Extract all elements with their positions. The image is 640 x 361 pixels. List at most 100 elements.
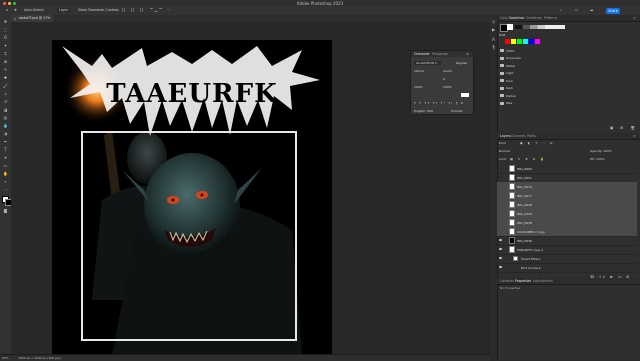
layer-filter-kind[interactable]: Kind (499, 141, 506, 145)
layer-select[interactable]: Layer (57, 8, 71, 12)
tab-paragraph[interactable]: Paragraph (432, 52, 448, 56)
path-selection-tool-icon[interactable]: ➤ (3, 155, 8, 160)
layer-name[interactable]: TAELURFK copy 2 (517, 248, 543, 252)
rectangle-tool-icon[interactable]: ▭ (3, 163, 8, 168)
layer-name[interactable]: Find Conde 2 (521, 266, 541, 270)
move-tool-icon[interactable]: ✥ (14, 8, 17, 12)
tracking-field[interactable]: 0 (443, 77, 445, 81)
document-tab[interactable]: rastaHT.psd @ 17% (RGB/8) (11, 15, 53, 27)
tab-gradients[interactable]: Gradients (526, 16, 542, 20)
blur-tool-icon[interactable]: 💧 (3, 123, 8, 128)
tab-patterns[interactable]: Patterns (544, 16, 557, 20)
leading-field[interactable]: (Auto) (443, 69, 452, 73)
panel-menu-icon[interactable]: ≡ (633, 134, 636, 138)
tab-properties[interactable]: Properties (515, 279, 531, 283)
layer-name[interactable]: IMG_9977 (517, 194, 532, 198)
eraser-tool-icon[interactable]: ◪ (3, 107, 8, 112)
history-panel-icon[interactable]: ◷ (491, 19, 496, 24)
blend-mode-select[interactable]: Normal (499, 149, 510, 153)
layer-row[interactable]: Find Conde 2 (497, 263, 637, 273)
swatch-folder-cmyk[interactable]: CMYK (506, 49, 514, 53)
character-panel-icon[interactable]: A (491, 37, 496, 42)
swatch-folder-light[interactable]: Light (506, 71, 514, 75)
share-button[interactable]: Share (606, 7, 620, 14)
swatch-folder-dark[interactable]: Dark (506, 86, 513, 90)
magic-wand-tool-icon[interactable]: ✦ (3, 43, 8, 48)
actions-panel-icon[interactable]: ▶ (491, 27, 496, 32)
align-icons[interactable]: ▕▏▕▏▕▏ ▔▁▔ ⋯ (120, 8, 172, 12)
paragraph-panel-icon[interactable]: ¶ (491, 45, 496, 50)
hand-tool-icon[interactable]: ✋ (3, 171, 8, 176)
layer-name[interactable]: IMG_9951 (517, 176, 532, 180)
crop-tool-icon[interactable]: ⌗ (3, 51, 8, 56)
tab-libraries[interactable]: Libraries (500, 279, 514, 283)
tab-adjustments[interactable]: Adjustments (533, 279, 553, 283)
swatch-magenta[interactable] (535, 39, 540, 44)
swatch-folder-darker[interactable]: Darker (506, 94, 516, 98)
transform-controls-checkbox[interactable]: Show Transform Controls (78, 8, 119, 12)
panel-menu-icon[interactable]: ≡ (633, 16, 636, 20)
close-tab-icon[interactable]: × (14, 17, 17, 21)
swatch-red[interactable] (505, 39, 510, 44)
swatch-yellow[interactable] (511, 39, 516, 44)
layer-name[interactable]: IMG_9963 (517, 167, 532, 171)
rgb-folder-label[interactable]: RGB (499, 33, 505, 37)
layer-name[interactable]: COLOURED 2 copy (517, 230, 545, 234)
swatch-cyan[interactable] (523, 39, 528, 44)
visibility-eye-icon[interactable] (499, 266, 502, 268)
font-size-field[interactable]: 100 pt (414, 69, 424, 73)
fill-field[interactable]: Fill: 100% (590, 157, 605, 161)
vertical-scale-field[interactable]: 100% (414, 85, 423, 89)
tab-paths[interactable]: Paths (527, 134, 536, 138)
swatch-blue[interactable] (529, 39, 534, 44)
layer-name[interactable]: IMG_9974 (517, 185, 532, 189)
brush-tool-icon[interactable]: 🖌 (3, 83, 8, 88)
text-style-buttons[interactable]: T T TT Tт T¹ T₁ T̲ T̶ (414, 101, 464, 105)
more-tools-icon[interactable]: ⋯ (3, 187, 8, 192)
font-family-field[interactable]: GLAGHIFON T... (414, 61, 442, 65)
layer-name[interactable]: IMG_0836 (517, 239, 532, 243)
tab-layers[interactable]: Layers (500, 134, 511, 138)
swatch-folder-grayscale[interactable]: Grayscale (506, 56, 521, 60)
lasso-tool-icon[interactable]: ʘ (3, 35, 8, 40)
cloud-icon[interactable]: ☁ (590, 8, 593, 12)
swatch-green[interactable] (517, 39, 522, 44)
text-color-swatch[interactable] (461, 93, 469, 97)
pen-tool-icon[interactable]: ✒ (3, 139, 8, 144)
eyedropper-tool-icon[interactable]: ✎ (3, 67, 8, 72)
layer-name[interactable]: IMG_9938 (517, 221, 532, 225)
tab-channels[interactable]: Channels (511, 134, 526, 138)
language-select[interactable]: English: USA (414, 109, 433, 113)
panel-menu-icon[interactable]: ≡ (466, 52, 469, 56)
marquee-tool-icon[interactable]: ⬚ (3, 27, 8, 32)
home-icon[interactable]: ⌂ (6, 8, 8, 12)
clone-stamp-tool-icon[interactable]: ⊥ (3, 91, 8, 96)
layer-name[interactable]: IMG_9330 (517, 212, 532, 216)
history-brush-tool-icon[interactable]: ↺ (3, 99, 8, 104)
layer-name[interactable]: IMG_9928 (517, 203, 532, 207)
gradient-tool-icon[interactable]: ▤ (3, 115, 8, 120)
tab-character[interactable]: Character (414, 52, 430, 56)
layer-name[interactable]: Smart Filters (521, 257, 540, 261)
move-tool-icon[interactable]: ✥ (3, 19, 8, 24)
font-style-field[interactable]: Regular (456, 61, 468, 65)
visibility-eye-icon[interactable] (499, 257, 502, 259)
lock-icons[interactable]: ▦ ✎ ✥ ⊡ 🔒 (510, 157, 546, 161)
tab-color[interactable]: Color (500, 16, 508, 20)
dodge-tool-icon[interactable]: ◑ (3, 131, 8, 136)
recent-swatch-white[interactable] (507, 24, 513, 30)
swatch-folder-pastel[interactable]: Pastel (506, 64, 515, 68)
opacity-field[interactable]: Opacity: 100% (590, 149, 612, 153)
frame-tool-icon[interactable]: ⊠ (3, 59, 8, 64)
recent-swatches[interactable] (515, 25, 565, 29)
type-tool-icon[interactable]: T (3, 147, 8, 152)
zoom-level[interactable]: 25% (2, 356, 9, 360)
quick-mask-icon[interactable]: ◙ (3, 208, 8, 213)
visibility-eye-icon[interactable] (499, 248, 502, 250)
tab-swatches[interactable]: Swatches (509, 16, 524, 20)
layer-filter-icons[interactable]: ▣ ◐ T ⬚ ⊡ (520, 141, 554, 145)
healing-brush-tool-icon[interactable]: ✚ (3, 75, 8, 80)
search-icon[interactable]: ⌕ (560, 8, 562, 12)
swatch-folder-pure[interactable]: Pure (506, 79, 513, 83)
zoom-tool-icon[interactable]: ⌕ (3, 179, 8, 184)
